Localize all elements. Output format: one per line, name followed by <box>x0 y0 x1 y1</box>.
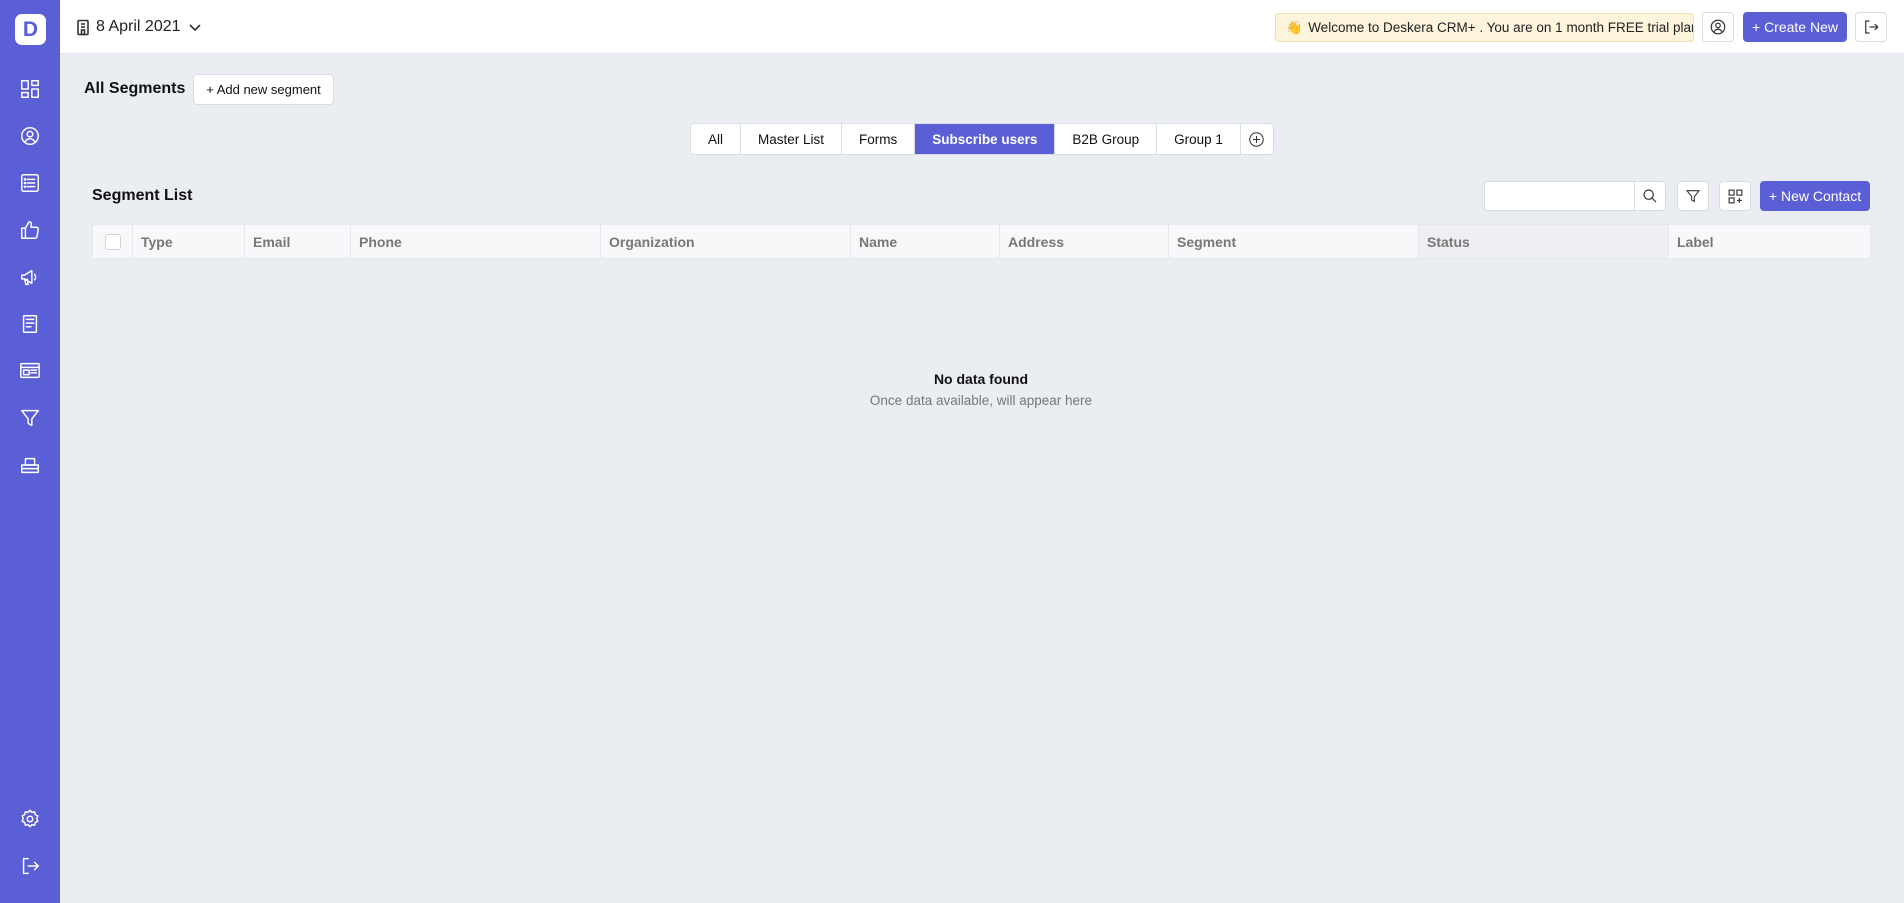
column-header-name[interactable]: Name <box>851 225 1000 258</box>
tab-group-1[interactable]: Group 1 <box>1157 124 1241 154</box>
page-title: All Segments <box>84 80 186 97</box>
contacts-icon[interactable] <box>16 122 44 150</box>
segment-list-title: Segment List <box>92 187 193 204</box>
filter-icon <box>1685 190 1701 203</box>
column-header-status[interactable]: Status <box>1419 225 1669 258</box>
create-new-button[interactable]: + Create New <box>1743 12 1847 42</box>
empty-state-subtitle: Once data available, will appear here <box>869 393 1093 408</box>
date-label: 8 April 2021 <box>96 18 181 35</box>
column-header-label[interactable]: Label <box>1669 225 1870 258</box>
column-header-email[interactable]: Email <box>245 225 351 258</box>
add-segment-button[interactable]: + Add new segment <box>193 74 334 105</box>
sidebar: D <box>0 0 60 903</box>
search-icon <box>1643 189 1657 203</box>
desk-icon[interactable] <box>16 451 44 479</box>
tab-subscribe-users[interactable]: Subscribe users <box>915 124 1056 154</box>
select-all-cell <box>93 225 133 258</box>
profile-button[interactable] <box>1702 12 1734 42</box>
grid-add-icon <box>1728 189 1742 203</box>
tab-all[interactable]: All <box>691 124 742 154</box>
settings-gear-icon[interactable] <box>16 805 44 833</box>
deals-thumb-icon[interactable] <box>16 216 44 244</box>
new-contact-button[interactable]: + New Contact <box>1760 181 1870 211</box>
building-icon <box>77 19 89 35</box>
exit-icon <box>1865 20 1879 34</box>
campaign-megaphone-icon[interactable] <box>16 263 44 291</box>
dashboard-icon[interactable] <box>16 75 44 103</box>
search-button[interactable] <box>1634 181 1666 211</box>
waving-hand-icon: 👋 <box>1286 19 1303 35</box>
segment-table: Type Email Phone Organization Name Addre… <box>92 224 1871 259</box>
column-settings-button[interactable] <box>1719 181 1751 211</box>
segments-list-icon[interactable] <box>16 169 44 197</box>
trial-banner: 👋 Welcome to Deskera CRM+ . You are on 1… <box>1275 13 1694 42</box>
column-header-phone[interactable]: Phone <box>351 225 601 258</box>
tab-master-list[interactable]: Master List <box>741 124 843 154</box>
select-all-checkbox[interactable] <box>104 233 121 250</box>
filter-button[interactable] <box>1677 181 1709 211</box>
app-logo[interactable]: D <box>15 14 46 45</box>
date-selector[interactable]: 8 April 2021 <box>76 16 203 38</box>
tab-forms[interactable]: Forms <box>842 124 916 154</box>
top-bar: 8 April 2021 👋 Welcome to Deskera CRM+ .… <box>60 0 1904 54</box>
forms-icon[interactable] <box>16 310 44 338</box>
logout-icon[interactable] <box>16 852 44 880</box>
signout-button[interactable] <box>1855 12 1887 42</box>
tab-b2b-group[interactable]: B2B Group <box>1055 124 1158 154</box>
column-header-organization[interactable]: Organization <box>601 225 851 258</box>
column-header-segment[interactable]: Segment <box>1169 225 1419 258</box>
empty-state-title: No data found <box>933 371 1029 387</box>
user-circle-icon <box>1710 19 1726 35</box>
column-header-address[interactable]: Address <box>1000 225 1169 258</box>
column-header-type[interactable]: Type <box>133 225 245 258</box>
search-input[interactable] <box>1484 181 1635 211</box>
plus-circle-icon <box>1249 131 1265 147</box>
chevron-down-icon <box>188 24 201 32</box>
segment-tabs: All Master List Forms Subscribe users B2… <box>690 123 1274 155</box>
trial-banner-text: Welcome to Deskera CRM+ . You are on 1 m… <box>1308 20 1694 35</box>
add-tab-button[interactable] <box>1241 124 1273 154</box>
funnel-icon[interactable] <box>16 404 44 432</box>
